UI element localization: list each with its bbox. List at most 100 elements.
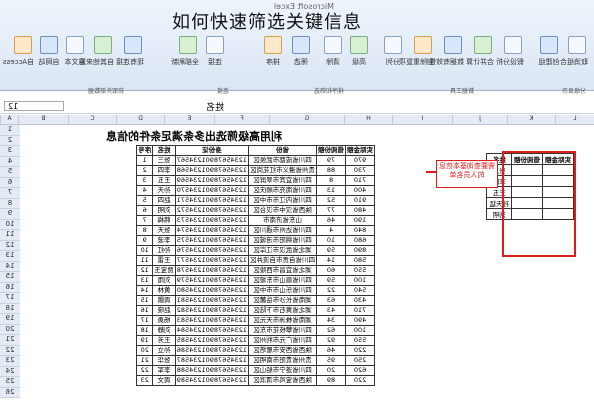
- table-cell[interactable]: 23: [136, 375, 153, 386]
- table-cell[interactable]: 12345678901234574: [175, 225, 249, 236]
- table-cell[interactable]: 46: [316, 345, 346, 356]
- table-cell[interactable]: 12345678901234589: [175, 375, 249, 386]
- table-cell[interactable]: 12345678901234567: [175, 155, 249, 166]
- table-cell[interactable]: 湖北省黄石市下陆区: [248, 305, 317, 316]
- table-cell[interactable]: 12345678901234586: [175, 345, 249, 356]
- table-cell[interactable]: 5: [136, 195, 153, 206]
- name-box[interactable]: 12: [4, 101, 64, 111]
- table-cell[interactable]: 19: [136, 335, 153, 346]
- table-cell[interactable]: 四川省宜宾市翠屏区: [248, 175, 317, 186]
- formula-input[interactable]: 姓名: [206, 100, 224, 113]
- table-cell[interactable]: 四川省内江市市中区: [248, 195, 317, 206]
- from-other-button[interactable]: 自其他来源: [79, 36, 114, 67]
- table-cell[interactable]: 12345678901234583: [175, 315, 249, 326]
- table-cell[interactable]: 52: [316, 195, 346, 206]
- table-cell[interactable]: 22: [136, 365, 153, 376]
- row-number[interactable]: 5: [0, 167, 20, 178]
- row-number[interactable]: 26: [0, 387, 20, 398]
- row-number[interactable]: 6: [0, 177, 20, 188]
- table-cell[interactable]: 12345678901234569: [175, 175, 249, 186]
- table-cell[interactable]: 1: [136, 155, 153, 166]
- table-cell[interactable]: 陕西省汉中市汉台区: [248, 205, 317, 216]
- row-number[interactable]: 20: [0, 324, 20, 335]
- table-cell[interactable]: 710: [345, 305, 375, 316]
- table-cell[interactable]: 张三: [152, 155, 176, 166]
- table-cell[interactable]: 730: [345, 165, 375, 176]
- table-cell[interactable]: 周鹏: [152, 295, 176, 306]
- table-cell[interactable]: 李军: [152, 365, 176, 376]
- column-header-h[interactable]: H: [344, 115, 392, 124]
- table-cell[interactable]: 四川省南充市顺庆区: [248, 185, 317, 196]
- column-header-g[interactable]: G: [269, 115, 344, 124]
- column-header-e[interactable]: E: [164, 115, 214, 124]
- table-cell[interactable]: 四川省成都市武侯区: [248, 155, 317, 166]
- table-cell[interactable]: 四川省乐山市市中区: [248, 285, 317, 296]
- row-number[interactable]: 10: [0, 219, 20, 230]
- table-cell[interactable]: 12345678901234580: [175, 285, 249, 296]
- table-cell[interactable]: 12345678901234575: [175, 235, 249, 246]
- table-cell[interactable]: 14: [136, 285, 153, 296]
- table-cell[interactable]: 孙红: [152, 245, 176, 256]
- table-cell[interactable]: 9: [136, 235, 153, 246]
- data-validation-button[interactable]: 数据有效性: [429, 36, 464, 67]
- table-cell[interactable]: 12345678901234582: [175, 305, 249, 316]
- row-number[interactable]: 11: [0, 230, 20, 241]
- table-cell[interactable]: 17: [136, 315, 153, 326]
- table-cell[interactable]: 12345678901234576: [175, 245, 249, 256]
- row-number[interactable]: 4: [0, 156, 20, 167]
- table-cell[interactable]: 4: [316, 225, 346, 236]
- column-header-k[interactable]: K: [507, 115, 555, 124]
- row-number[interactable]: 8: [0, 198, 20, 209]
- table-cell[interactable]: 59: [316, 275, 346, 286]
- table-cell[interactable]: 10: [136, 245, 153, 256]
- column-header-l[interactable]: L: [555, 115, 594, 124]
- clear-filter-button[interactable]: 清除: [322, 36, 344, 67]
- table-cell[interactable]: 20: [316, 365, 346, 376]
- row-number[interactable]: 24: [0, 366, 20, 377]
- table-cell[interactable]: 62: [316, 325, 346, 336]
- table-cell[interactable]: 四川省眉山市东坡区: [248, 275, 317, 286]
- row-number[interactable]: 7: [0, 188, 20, 199]
- table-cell[interactable]: 400: [345, 185, 375, 196]
- table-cell[interactable]: 湖北省武汉市江岸区: [248, 245, 317, 256]
- table-cell[interactable]: 12345678901234587: [175, 355, 249, 366]
- table-cell[interactable]: 840: [345, 225, 375, 236]
- row-number[interactable]: 23: [0, 356, 20, 367]
- table-cell[interactable]: 580: [345, 255, 375, 266]
- table-cell[interactable]: 34: [316, 315, 346, 326]
- table-cell[interactable]: 陕西省西安市雁塔区: [248, 345, 317, 356]
- column-header-j[interactable]: J: [452, 115, 507, 124]
- what-if-button[interactable]: 假设分析: [496, 36, 524, 67]
- table-cell[interactable]: 6: [136, 205, 153, 216]
- table-cell[interactable]: 12: [136, 265, 153, 276]
- table-cell[interactable]: 王芳: [152, 335, 176, 346]
- row-number[interactable]: 3: [0, 146, 20, 157]
- column-header-c[interactable]: C: [68, 115, 116, 124]
- table-cell[interactable]: 12345678901234585: [175, 335, 249, 346]
- row-number[interactable]: 15: [0, 272, 20, 283]
- table-cell[interactable]: 10: [316, 235, 346, 246]
- row-number[interactable]: 19: [0, 314, 20, 325]
- table-cell[interactable]: 88: [316, 165, 346, 176]
- table-cell[interactable]: 刘明: [152, 205, 176, 216]
- table-cell[interactable]: 四川省自贡市自流井区: [248, 255, 317, 266]
- table-cell[interactable]: 四川省达州市通川区: [248, 225, 317, 236]
- table-cell[interactable]: 970: [345, 155, 375, 166]
- table-cell[interactable]: 490: [345, 315, 375, 326]
- connections-button[interactable]: 连接: [204, 36, 226, 67]
- table-cell[interactable]: 710: [345, 175, 375, 186]
- table-cell[interactable]: 4: [136, 185, 153, 196]
- table-cell[interactable]: 四川省攀枝花市东区: [248, 325, 317, 336]
- table-cell[interactable]: 李波: [152, 235, 176, 246]
- table-cell[interactable]: 赵四: [152, 195, 176, 206]
- table-cell[interactable]: 张天: [152, 225, 176, 236]
- table-cell[interactable]: 12345678901234579: [175, 275, 249, 286]
- table-cell[interactable]: 43: [316, 305, 346, 316]
- table-cell[interactable]: 620: [345, 365, 375, 376]
- row-number[interactable]: 21: [0, 335, 20, 346]
- table-cell[interactable]: 680: [345, 235, 375, 246]
- group-button[interactable]: 创建组: [538, 36, 560, 67]
- row-number[interactable]: 9: [0, 209, 20, 220]
- column-header-f[interactable]: F: [214, 115, 269, 124]
- table-cell[interactable]: 山东省济南市: [248, 215, 317, 226]
